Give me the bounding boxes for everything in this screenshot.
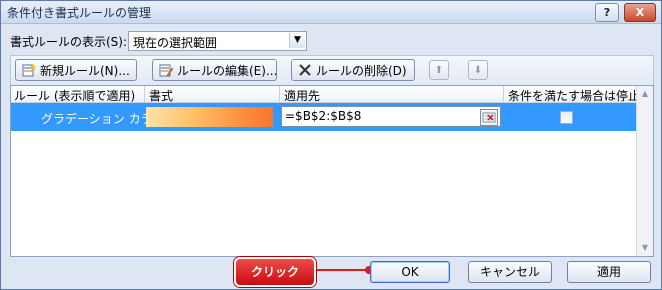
vertical-scrollbar[interactable]: ▲ ▼: [636, 86, 653, 256]
new-rule-button[interactable]: 新規ルール(N)...: [15, 59, 137, 81]
close-button[interactable]: X: [624, 3, 656, 22]
chevron-down-icon[interactable]: ▼: [289, 33, 305, 48]
column-header-stop-if-true: 条件を満たす場合は停止: [508, 89, 641, 103]
column-divider: [503, 86, 504, 102]
title-bar: 条件付き書式ルールの管理 ? X: [1, 1, 661, 24]
show-rules-dropdown[interactable]: 現在の選択範囲 ▼: [128, 31, 307, 51]
edit-rule-icon: [159, 64, 173, 77]
column-header-rule: ルール (表示順で適用): [14, 89, 136, 103]
move-up-button[interactable]: ⬆: [429, 60, 449, 80]
delete-rule-label: ルールの削除(D): [316, 64, 407, 78]
cancel-button[interactable]: キャンセル: [468, 261, 552, 283]
column-divider: [279, 86, 280, 102]
applies-to-value: =$B$2:$B$8: [285, 109, 362, 123]
dialog-title: 条件付き書式ルールの管理: [7, 6, 152, 20]
apply-button[interactable]: 適用: [567, 261, 651, 283]
column-header-applies-to: 適用先: [284, 89, 321, 103]
dialog-window: 条件付き書式ルールの管理 ? X 書式ルールの表示(S): 現在の選択範囲 ▼ …: [0, 0, 662, 290]
edit-rule-label: ルールの編集(E)...: [177, 64, 278, 78]
rules-toolbar: 新規ルール(N)... ルールの編集(E)... ルールの削除(D) ⬆ ⬇: [10, 55, 654, 87]
stop-if-true-checkbox[interactable]: [560, 111, 573, 124]
scroll-down-icon[interactable]: ▼: [637, 240, 653, 256]
rules-table: ルール (表示順で適用) 書式 適用先 条件を満たす場合は停止 グラデーション …: [10, 85, 654, 257]
edit-rule-button[interactable]: ルールの編集(E)...: [152, 59, 277, 81]
help-button[interactable]: ?: [595, 3, 619, 22]
delete-rule-button[interactable]: ルールの削除(D): [291, 59, 415, 81]
scroll-up-icon[interactable]: ▲: [637, 86, 653, 102]
move-down-button[interactable]: ⬇: [468, 60, 488, 80]
column-divider: [144, 86, 145, 102]
table-row[interactable]: グラデーション カラ... =$B$2:$B$8: [11, 103, 636, 131]
table-header: ルール (表示順で適用) 書式 適用先 条件を満たす場合は停止: [11, 86, 640, 103]
callout-pointer: [317, 266, 373, 274]
format-preview-swatch: [146, 107, 273, 127]
show-rules-value: 現在の選択範囲: [133, 36, 218, 50]
delete-x-icon: [299, 64, 311, 76]
applies-to-input[interactable]: =$B$2:$B$8: [281, 106, 501, 127]
ok-button[interactable]: OK: [370, 261, 450, 283]
new-rule-label: 新規ルール(N)...: [40, 64, 130, 78]
click-callout: クリック: [234, 257, 316, 287]
range-picker-icon[interactable]: [480, 109, 498, 126]
column-header-format: 書式: [149, 89, 174, 103]
show-rules-label: 書式ルールの表示(S):: [10, 35, 128, 49]
new-rule-icon: [22, 63, 36, 77]
